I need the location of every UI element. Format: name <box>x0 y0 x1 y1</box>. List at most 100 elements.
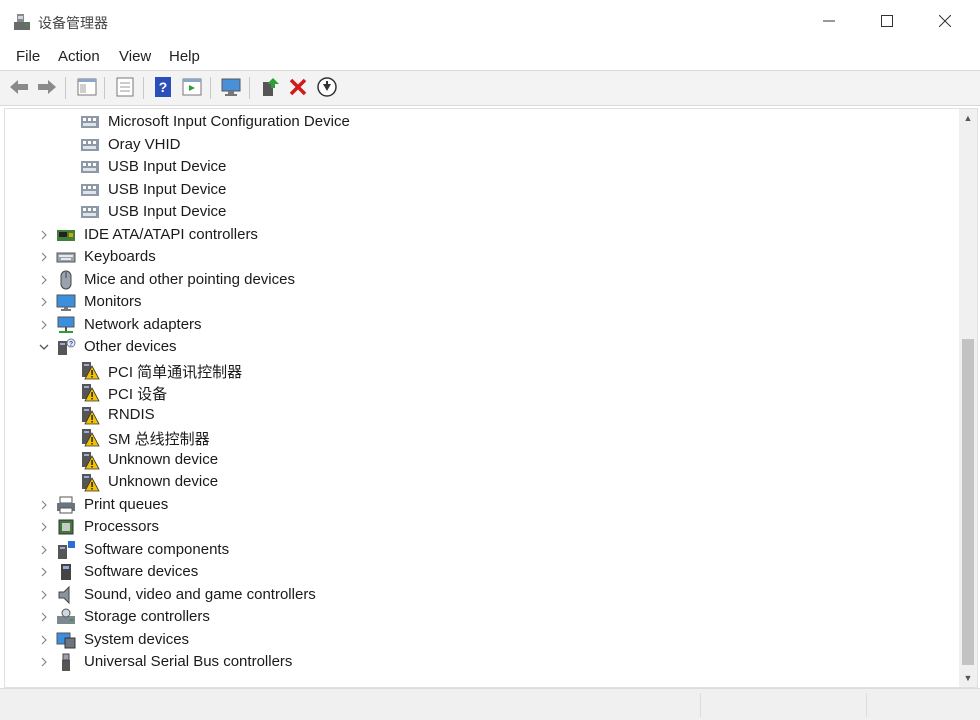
tree-row[interactable]: Universal Serial Bus controllers <box>5 651 945 673</box>
toolbar: ? <box>0 70 980 106</box>
tree-row-label: Other devices <box>84 338 177 355</box>
minimize-button[interactable] <box>800 0 858 44</box>
tree-row[interactable]: Storage controllers <box>5 606 945 628</box>
back-arrow-icon[interactable] <box>8 76 30 98</box>
tree-row[interactable]: Software components <box>5 539 945 561</box>
chevron-down-icon[interactable] <box>37 340 51 354</box>
scroll-down-arrow-icon[interactable]: ▼ <box>959 669 977 687</box>
chevron-right-icon[interactable] <box>37 295 51 309</box>
forward-arrow-icon[interactable] <box>36 76 58 98</box>
tree-row-label: SM 总线控制器 <box>108 431 210 448</box>
tree-row-label: Monitors <box>84 293 142 310</box>
warning-device-icon <box>82 406 100 424</box>
help-icon[interactable]: ? <box>152 76 174 98</box>
properties-icon[interactable] <box>114 76 136 98</box>
scroll-up-arrow-icon[interactable]: ▲ <box>959 109 977 127</box>
close-icon <box>938 14 952 28</box>
storage-controller-icon <box>57 608 75 624</box>
tree-row-label: System devices <box>84 630 190 648</box>
show-hide-tree-icon[interactable] <box>76 76 98 98</box>
window-title: 设备管理器 <box>38 15 108 31</box>
tree-row-label: Unknown device <box>108 473 219 490</box>
warning-device-icon <box>82 429 100 447</box>
software-device-icon <box>61 564 71 580</box>
tree-row[interactable]: USB Input Device <box>5 201 945 223</box>
tree-row[interactable]: SM 总线控制器 <box>5 426 945 448</box>
tree-row[interactable]: ? Other devices <box>5 336 945 358</box>
tree-row[interactable]: RNDIS <box>5 404 945 426</box>
chevron-right-icon[interactable] <box>37 565 51 579</box>
tree-row[interactable]: Processors <box>5 516 945 538</box>
tree-row[interactable]: Monitors <box>5 291 945 313</box>
minimize-icon <box>823 20 835 22</box>
tree-row[interactable]: System devices <box>5 629 945 651</box>
tree-row[interactable]: Sound, video and game controllers <box>5 584 945 606</box>
tree-row[interactable]: Microsoft Input Configuration Device <box>5 111 945 133</box>
menu-file[interactable]: File <box>14 48 42 65</box>
chevron-right-icon[interactable] <box>37 250 51 264</box>
tree-row[interactable]: Unknown device <box>5 471 945 493</box>
ide-controller-icon <box>57 229 75 241</box>
menu-view[interactable]: View <box>117 48 153 65</box>
hid-icon <box>81 206 99 218</box>
chevron-right-icon[interactable] <box>37 228 51 242</box>
chevron-right-icon[interactable] <box>37 633 51 647</box>
tree-row-label: Keyboards <box>84 248 156 265</box>
scan-hardware-icon[interactable] <box>220 76 242 98</box>
svg-text:?: ? <box>69 341 73 348</box>
tree-row-label: Universal Serial Bus controllers <box>84 653 293 670</box>
tree-row-label: Storage controllers <box>84 608 210 625</box>
tree-row-label: Network adapters <box>84 315 202 333</box>
software-component-icon <box>58 540 75 559</box>
tree-row[interactable]: Unknown device <box>5 449 945 471</box>
chevron-right-icon[interactable] <box>37 655 51 669</box>
tree-row[interactable]: IDE ATA/ATAPI controllers <box>5 224 945 246</box>
maximize-icon <box>881 15 893 27</box>
tree-row[interactable]: PCI 简单通讯控制器 <box>5 359 945 381</box>
status-cell <box>866 693 980 717</box>
warning-device-icon <box>82 474 100 492</box>
toolbar-separator <box>249 77 250 99</box>
chevron-right-icon[interactable] <box>37 273 51 287</box>
tree-row-label: Software devices <box>84 563 199 580</box>
scroll-thumb[interactable] <box>962 339 974 665</box>
tree-row[interactable]: USB Input Device <box>5 156 945 178</box>
chevron-right-icon[interactable] <box>37 520 51 534</box>
processor-icon <box>58 519 74 535</box>
tree-row[interactable]: Oray VHID <box>5 134 945 156</box>
hid-icon <box>81 138 99 151</box>
status-cell <box>700 693 867 717</box>
warning-device-icon <box>82 361 100 379</box>
tree-row[interactable]: Keyboards <box>5 246 945 268</box>
toolbar-separator <box>104 77 105 99</box>
device-manager-window: 设备管理器 File Action View Help ? Microsoft … <box>0 0 980 720</box>
tree-row[interactable]: PCI 设备 <box>5 381 945 403</box>
tree-row[interactable]: Print queues <box>5 494 945 516</box>
close-button[interactable] <box>916 0 974 44</box>
hid-icon <box>81 161 99 173</box>
chevron-right-icon[interactable] <box>37 588 51 602</box>
mouse-icon <box>60 270 72 289</box>
chevron-right-icon[interactable] <box>37 498 51 512</box>
tree-row[interactable]: Software devices <box>5 561 945 583</box>
disable-device-icon[interactable] <box>316 76 338 98</box>
tree-row[interactable]: Mice and other pointing devices <box>5 269 945 291</box>
menu-help[interactable]: Help <box>167 48 202 65</box>
usb-icon <box>62 653 70 671</box>
maximize-button[interactable] <box>858 0 916 44</box>
device-manager-icon <box>14 14 30 30</box>
device-tree[interactable]: Microsoft Input Configuration Device Oray… <box>4 108 978 688</box>
tree-row[interactable]: USB Input Device <box>5 179 945 201</box>
update-driver-icon[interactable] <box>259 76 281 98</box>
chevron-right-icon[interactable] <box>37 543 51 557</box>
uninstall-icon[interactable] <box>287 76 309 98</box>
other-devices-icon: ? <box>58 338 76 355</box>
chevron-right-icon[interactable] <box>37 318 51 332</box>
menu-action[interactable]: Action <box>56 48 102 65</box>
vertical-scrollbar[interactable]: ▲ ▼ <box>959 109 977 687</box>
tree-row-label: PCI 简单通讯控制器 <box>108 363 243 381</box>
action-pane-icon[interactable] <box>181 76 203 98</box>
tree-row[interactable]: Network adapters <box>5 314 945 336</box>
tree-row-label: IDE ATA/ATAPI controllers <box>84 225 258 243</box>
chevron-right-icon[interactable] <box>37 610 51 624</box>
